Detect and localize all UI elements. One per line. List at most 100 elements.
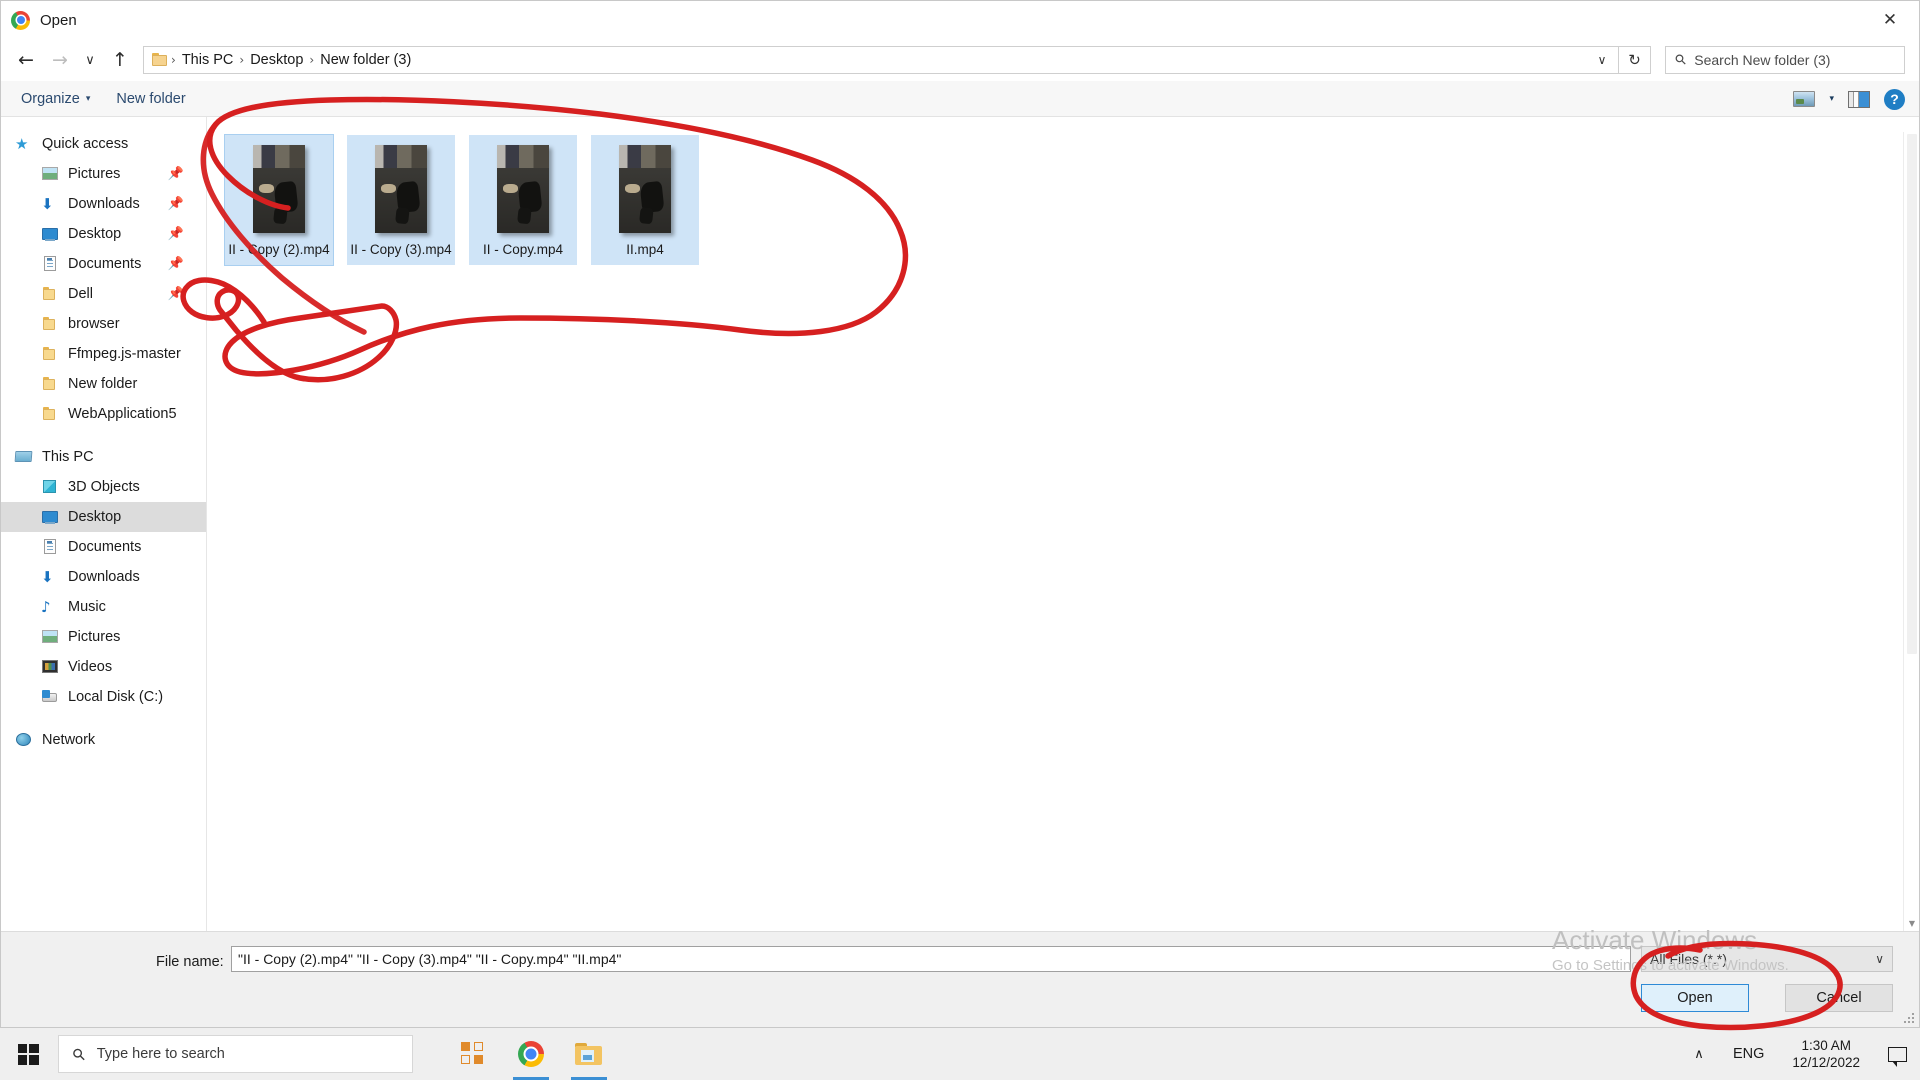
view-layout-icon[interactable] (1793, 91, 1816, 107)
pin-icon[interactable]: 📌 (168, 167, 184, 182)
recent-locations-button[interactable]: ∨ (77, 44, 103, 76)
windows-start-icon[interactable] (0, 1028, 56, 1080)
file-grid: II - Copy (2).mp4 II - Copy (3).mp4 II -… (224, 134, 1919, 266)
navigation-bar: ← → ∨ ↑ › This PC › Desktop › New folder… (1, 39, 1919, 81)
local-disk-icon (41, 689, 59, 705)
folder-icon (41, 376, 59, 392)
file-item[interactable]: II.mp4 (591, 135, 699, 265)
open-button[interactable]: Open (1641, 984, 1749, 1012)
preview-pane-icon[interactable] (1848, 90, 1870, 108)
search-input[interactable]: ⚲ Search New folder (3) (1665, 46, 1905, 74)
organize-button[interactable]: Organize ▾ (21, 91, 90, 107)
sidebar-item-label: Documents (68, 539, 142, 555)
breadcrumb-item-this-pc[interactable]: This PC (178, 52, 238, 68)
sidebar-item-music[interactable]: ♪ Music (1, 592, 206, 622)
search-icon: ⚲ (67, 1043, 90, 1065)
file-list-area[interactable]: II - Copy (2).mp4 II - Copy (3).mp4 II -… (207, 117, 1919, 931)
up-button[interactable]: ↑ (103, 44, 137, 76)
breadcrumb-item-desktop[interactable]: Desktop (246, 52, 307, 68)
videos-icon (41, 659, 59, 675)
task-view-icon[interactable] (449, 1028, 497, 1080)
help-icon[interactable]: ? (1884, 88, 1905, 110)
pin-icon[interactable]: 📌 (168, 257, 184, 272)
new-folder-button[interactable]: New folder (116, 91, 185, 107)
sidebar-group-quick-access[interactable]: ★ Quick access (1, 129, 206, 159)
command-bar: Organize ▾ New folder ▾ ? (1, 81, 1919, 117)
sidebar-item-pictures[interactable]: Pictures 📌 (1, 159, 206, 189)
file-name-label: II - Copy (3).mp4 (350, 242, 452, 257)
video-thumbnail (619, 145, 671, 233)
show-hidden-icons-icon[interactable]: ∧ (1679, 1028, 1719, 1080)
vertical-scrollbar[interactable]: ▲ ▼ (1903, 132, 1919, 931)
sidebar-group-this-pc[interactable]: This PC (1, 442, 206, 472)
sidebar-item-downloads[interactable]: ⬇ Downloads 📌 (1, 189, 206, 219)
file-item[interactable]: II - Copy (2).mp4 (224, 134, 334, 266)
pin-icon[interactable]: 📌 (168, 287, 184, 302)
this-pc-icon (14, 449, 33, 465)
sidebar-item-new-folder[interactable]: New folder (1, 369, 206, 399)
dialog-title-bar: Open ✕ (1, 1, 1919, 39)
back-button[interactable]: ← (9, 44, 43, 76)
breadcrumb-separator: › (309, 53, 315, 67)
sidebar-item-label: Desktop (68, 509, 122, 525)
pictures-icon (41, 166, 59, 182)
sidebar-item-label: Desktop (68, 226, 122, 242)
address-bar[interactable]: › This PC › Desktop › New folder (3) ∨ (143, 46, 1619, 74)
refresh-icon[interactable]: ↻ (1619, 46, 1651, 74)
sidebar-group-label: Quick access (42, 136, 129, 152)
system-tray: ∧ ENG 1:30 AM 12/12/2022 (1679, 1028, 1920, 1080)
organize-label: Organize (21, 90, 80, 107)
scroll-down-icon[interactable]: ▼ (1904, 915, 1920, 931)
sidebar-group-network[interactable]: Network (1, 725, 206, 755)
folder-icon (41, 406, 59, 422)
sidebar-item-label: Pictures (68, 629, 121, 645)
file-name-input[interactable]: "II - Copy (2).mp4" "II - Copy (3).mp4" … (231, 946, 1631, 972)
language-indicator[interactable]: ENG (1719, 1028, 1778, 1080)
pin-icon[interactable]: 📌 (168, 197, 184, 212)
chrome-icon[interactable] (507, 1028, 555, 1080)
sidebar-item-browser[interactable]: browser (1, 309, 206, 339)
chevron-down-icon[interactable]: ▾ (1829, 94, 1834, 104)
sidebar-item-documents-pc[interactable]: Documents (1, 532, 206, 562)
command-bar-right: ▾ ? (1793, 81, 1905, 117)
file-item[interactable]: II - Copy.mp4 (469, 135, 577, 265)
breadcrumb-item-new-folder-3[interactable]: New folder (3) (316, 52, 415, 68)
dialog-title: Open (40, 11, 77, 29)
forward-button[interactable]: → (43, 44, 77, 76)
file-item[interactable]: II - Copy (3).mp4 (347, 135, 455, 265)
file-explorer-icon[interactable] (565, 1028, 613, 1080)
folder-icon (41, 286, 59, 302)
chevron-down-icon[interactable]: ∨ (1590, 47, 1614, 73)
sidebar-item-documents[interactable]: Documents 📌 (1, 249, 206, 279)
sidebar-item-label: Ffmpeg.js-master (68, 346, 181, 362)
sidebar-item-videos[interactable]: Videos (1, 652, 206, 682)
close-icon[interactable]: ✕ (1861, 1, 1919, 39)
sidebar-item-webapplication5[interactable]: WebApplication5 (1, 399, 206, 429)
sidebar-item-dell[interactable]: Dell 📌 (1, 279, 206, 309)
file-type-dropdown[interactable]: All Files (*.*) ∨ (1641, 946, 1893, 972)
sidebar-item-label: Downloads (68, 196, 140, 212)
sidebar-item-desktop-pc[interactable]: Desktop (1, 502, 206, 532)
taskbar-search-input[interactable]: ⚲ Type here to search (58, 1035, 413, 1073)
cancel-button[interactable]: Cancel (1785, 984, 1893, 1012)
notification-icon[interactable] (1874, 1028, 1920, 1080)
file-name-label-static: File name: (156, 954, 224, 970)
sidebar-item-local-disk-c[interactable]: Local Disk (C:) (1, 682, 206, 712)
chrome-logo-icon (11, 10, 30, 30)
pin-icon[interactable]: 📌 (168, 227, 184, 242)
sidebar-item-ffmpeg-js-master[interactable]: Ffmpeg.js-master (1, 339, 206, 369)
pictures-icon (41, 629, 59, 645)
star-pin-icon: ★ (15, 135, 29, 153)
sidebar-item-desktop[interactable]: Desktop 📌 (1, 219, 206, 249)
network-icon (15, 732, 33, 748)
scrollbar-thumb[interactable] (1907, 134, 1917, 654)
sidebar-item-pictures-pc[interactable]: Pictures (1, 622, 206, 652)
sidebar-item-downloads-pc[interactable]: ⬇ Downloads (1, 562, 206, 592)
search-icon: ⚲ (1671, 50, 1691, 70)
sidebar-item-3d-objects[interactable]: 3D Objects (1, 472, 206, 502)
resize-grip[interactable] (1903, 1012, 1915, 1024)
clock[interactable]: 1:30 AM 12/12/2022 (1778, 1028, 1874, 1080)
folder-icon (41, 316, 59, 332)
breadcrumb-separator: › (239, 53, 245, 67)
